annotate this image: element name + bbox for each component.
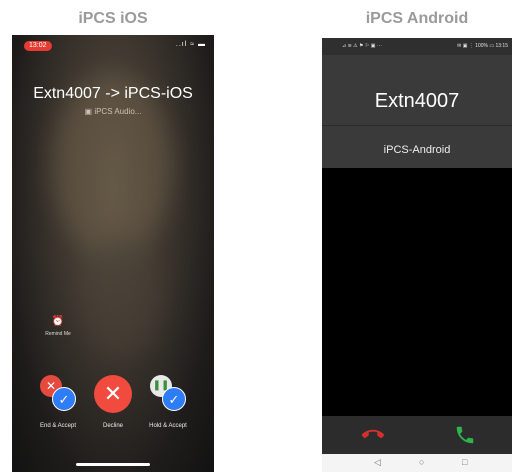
- status-right-icons: ✉ ▣ ⋮ 100% ▭ 13:15: [457, 43, 508, 49]
- alarm-clock-icon: ⏰: [51, 316, 65, 327]
- android-section-label: iPCS Android: [365, 10, 469, 27]
- answer-call-icon[interactable]: [454, 424, 476, 446]
- ios-status-bar: 13:02 ..ıl ≈ ▬: [12, 41, 214, 51]
- back-nav-icon[interactable]: ◁: [374, 457, 381, 468]
- accept-check-icon: ✓: [162, 387, 186, 411]
- android-call-screen: ⊿ ≋ ⚠ ⚑ ⚐ ▣ ··· ✉ ▣ ⋮ 100% ▭ 13:15 Extn4…: [322, 38, 512, 472]
- remind-me-button[interactable]: ⏰ Remind Me: [34, 316, 82, 338]
- decline-label: Decline: [102, 423, 123, 429]
- hold-accept-button[interactable]: ❚❚ ✓ Hold & Accept: [138, 375, 198, 429]
- recent-apps-icon[interactable]: □: [462, 457, 467, 467]
- status-time: 13:02: [24, 41, 52, 51]
- android-status-bar: ⊿ ≋ ⚠ ⚑ ⚐ ▣ ··· ✉ ▣ ⋮ 100% ▭ 13:15: [322, 38, 512, 55]
- status-icons: ..ıl ≈ ▬: [175, 41, 206, 48]
- header-divider: [322, 125, 512, 126]
- home-indicator[interactable]: [76, 463, 150, 466]
- remind-me-label: Remind Me: [45, 331, 71, 337]
- ios-call-screen: 13:02 ..ıl ≈ ▬ Extn4007 -> iPCS-iOS ▣ iP…: [12, 35, 214, 472]
- android-nav-bar: ◁ ○ □: [322, 454, 512, 472]
- decline-x-icon: ✕: [94, 375, 132, 413]
- caller-title: Extn4007 -> iPCS-iOS: [33, 85, 193, 102]
- background-blur: [82, 235, 162, 355]
- caller-subtitle: ▣ iPCS Audio...: [12, 107, 214, 116]
- app-name: iPCS-Android: [383, 144, 451, 156]
- home-nav-icon[interactable]: ○: [419, 457, 424, 467]
- caller-name: Extn4007: [374, 90, 460, 112]
- end-accept-button[interactable]: ✕ ✓ End & Accept: [28, 375, 88, 429]
- reject-call-icon[interactable]: [362, 424, 384, 446]
- status-left-icons: ⊿ ≋ ⚠ ⚑ ⚐ ▣ ···: [342, 43, 382, 49]
- accept-check-icon: ✓: [52, 387, 76, 411]
- hold-accept-label: Hold & Accept: [149, 423, 187, 429]
- caller-header: Extn4007 iPCS-Android: [322, 55, 512, 168]
- decline-button[interactable]: ✕ Decline: [83, 375, 143, 429]
- call-action-bar: [322, 416, 512, 454]
- ios-section-label: iPCS iOS: [78, 10, 148, 27]
- caller-subtitle-text: iPCS Audio...: [94, 107, 142, 116]
- app-icon: ▣: [84, 107, 95, 116]
- end-accept-label: End & Accept: [39, 423, 77, 429]
